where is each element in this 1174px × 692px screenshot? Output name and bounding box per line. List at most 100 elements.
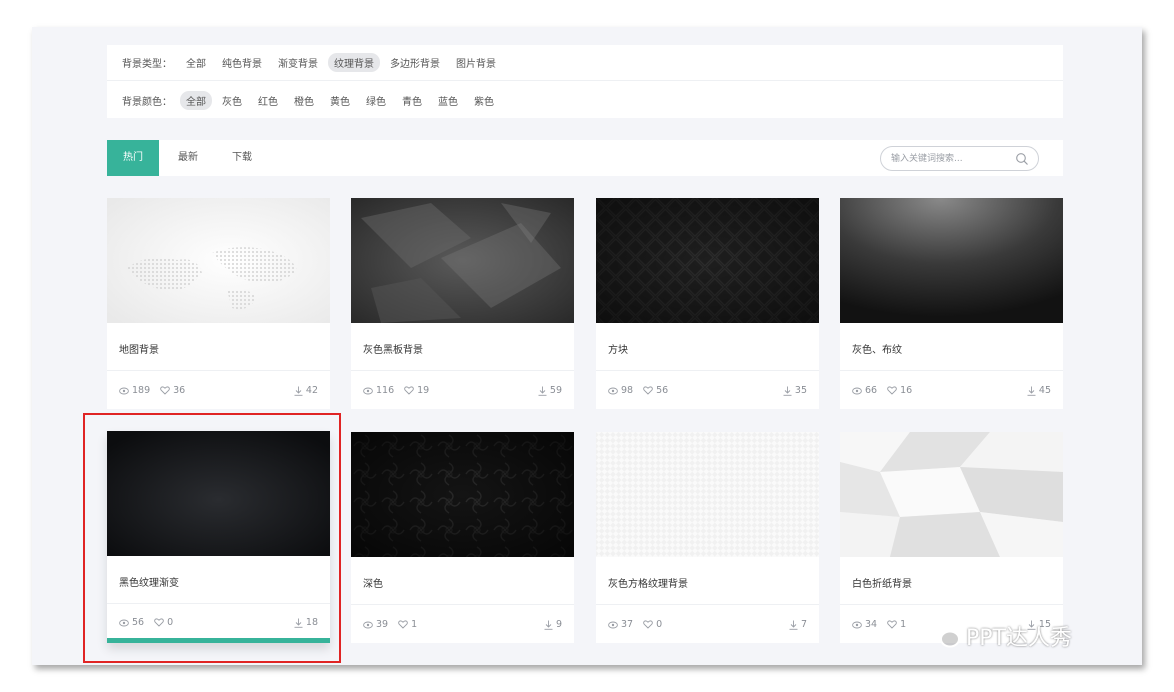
likes-count: 0 [656,619,663,630]
filter-color-all[interactable]: 全部 [180,90,212,110]
card-stats: 189 36 42 [119,385,318,396]
tab-hot[interactable]: 热门 [107,140,159,176]
card-thumbnail[interactable] [596,432,819,557]
page-frame: 背景类型： 全部 纯色背景 渐变背景 纹理背景 多边形背景 图片背景 背景颜色：… [32,27,1142,665]
likes-count: 1 [411,619,418,630]
card-title[interactable]: 黑色纹理渐变 [119,574,179,589]
views-count: 39 [376,619,389,630]
filter-color-purple[interactable]: 紫色 [468,91,500,110]
filter-type-gradient[interactable]: 渐变背景 [272,53,324,72]
card-stats: 39 1 9 [363,619,562,630]
likes-count: 36 [173,385,186,396]
downloads-stat[interactable]: 59 [538,385,562,396]
likes-count: 1 [900,619,907,630]
filter-color-green[interactable]: 绿色 [360,91,392,110]
filter-color-orange[interactable]: 橙色 [288,91,320,110]
filter-row-color: 背景颜色： 全部 灰色 红色 橙色 黄色 绿色 青色 蓝色 紫色 [107,82,1063,118]
heart-icon [643,386,653,395]
likes-stat[interactable]: 0 [643,619,662,630]
likes-stat[interactable]: 0 [154,617,173,628]
heart-icon [154,618,164,627]
card-thumbnail[interactable] [596,198,819,323]
card-title[interactable]: 灰色黑板背景 [363,341,423,356]
downloads-count: 42 [305,385,318,396]
likes-stat[interactable]: 1 [887,619,906,630]
card-thumbnail[interactable] [351,198,574,323]
filter-type-all[interactable]: 全部 [180,53,212,72]
filter-type-polygon[interactable]: 多边形背景 [384,53,446,72]
card-thumbnail[interactable] [840,198,1063,323]
views-count: 189 [132,385,151,396]
filter-color-gray[interactable]: 灰色 [216,91,248,110]
wechat-icon [929,623,960,648]
views-stat: 98 [608,385,633,396]
filter-color-cyan[interactable]: 青色 [396,91,428,110]
views-count: 37 [621,619,634,630]
card-divider [107,603,330,604]
filter-type-texture[interactable]: 纹理背景 [328,53,380,72]
card-title[interactable]: 灰色、布纹 [852,341,902,356]
downloads-count: 7 [800,619,807,630]
filter-type-label: 背景类型： [122,59,172,70]
card-dark[interactable]: 深色 39 1 9 [351,432,574,643]
views-stat: 37 [608,619,633,630]
downloads-stat[interactable]: 7 [789,619,807,630]
tab-downloads[interactable]: 下载 [221,140,263,176]
card-divider [596,604,819,605]
card-gray-check-texture[interactable]: 灰色方格纹理背景 37 0 7 [596,432,819,643]
card-divider [840,370,1063,371]
card-stats: 116 19 59 [363,385,562,396]
card-gray-fabric[interactable]: 灰色、布纹 66 16 45 [840,198,1063,409]
eye-icon [852,621,862,628]
card-gray-chalkboard[interactable]: 灰色黑板背景 116 19 59 [351,198,574,409]
likes-stat[interactable]: 36 [160,385,185,396]
downloads-stat[interactable]: 45 [1027,385,1051,396]
card-white-crumpled-paper[interactable]: 白色折纸背景 34 1 15 [840,432,1063,643]
card-divider [351,604,574,605]
card-divider [596,370,819,371]
sort-tab-bar: 热门 最新 下载 [107,140,1063,176]
search-icon[interactable] [1015,152,1029,166]
card-stats: 98 56 35 [608,385,807,396]
filter-type-solid[interactable]: 纯色背景 [216,53,268,72]
likes-count: 0 [167,617,174,628]
card-title[interactable]: 白色折纸背景 [852,575,912,590]
card-thumbnail[interactable] [351,432,574,557]
filter-color-label: 背景颜色： [122,96,172,108]
card-title[interactable]: 方块 [608,341,628,356]
likes-stat[interactable]: 1 [398,619,417,630]
downloads-stat[interactable]: 35 [783,385,807,396]
views-count: 66 [865,385,878,396]
likes-stat[interactable]: 56 [643,385,668,396]
card-thumbnail[interactable] [107,198,330,323]
download-icon [1027,386,1036,396]
card-thumbnail[interactable] [107,431,330,556]
filter-color-blue[interactable]: 蓝色 [432,91,464,110]
downloads-stat[interactable]: 42 [294,385,318,396]
views-stat: 39 [363,619,388,630]
downloads-stat[interactable]: 18 [294,617,318,628]
card-map-background[interactable]: 地图背景 189 36 42 [107,198,330,409]
card-title[interactable]: 地图背景 [119,341,159,356]
card-black-texture-gradient[interactable]: 黑色纹理渐变 56 0 18 [107,431,330,643]
search-input[interactable] [891,150,1011,167]
filter-color-red[interactable]: 红色 [252,91,284,110]
filter-row-type: 背景类型： 全部 纯色背景 渐变背景 纹理背景 多边形背景 图片背景 [107,45,1063,81]
eye-icon [608,621,618,628]
filter-color-yellow[interactable]: 黄色 [324,91,356,110]
downloads-count: 18 [305,617,318,628]
heart-icon [404,386,414,395]
tab-latest[interactable]: 最新 [167,140,209,176]
filter-type-image[interactable]: 图片背景 [450,53,502,72]
card-title[interactable]: 深色 [363,575,383,590]
card-thumbnail[interactable] [840,432,1063,557]
likes-stat[interactable]: 19 [404,385,429,396]
card-squares[interactable]: 方块 98 56 35 [596,198,819,409]
card-title[interactable]: 灰色方格纹理背景 [608,575,688,590]
views-count: 98 [621,385,634,396]
likes-count: 19 [417,385,430,396]
likes-stat[interactable]: 16 [887,385,912,396]
likes-count: 16 [900,385,913,396]
search-box [880,146,1039,171]
downloads-stat[interactable]: 9 [544,619,562,630]
